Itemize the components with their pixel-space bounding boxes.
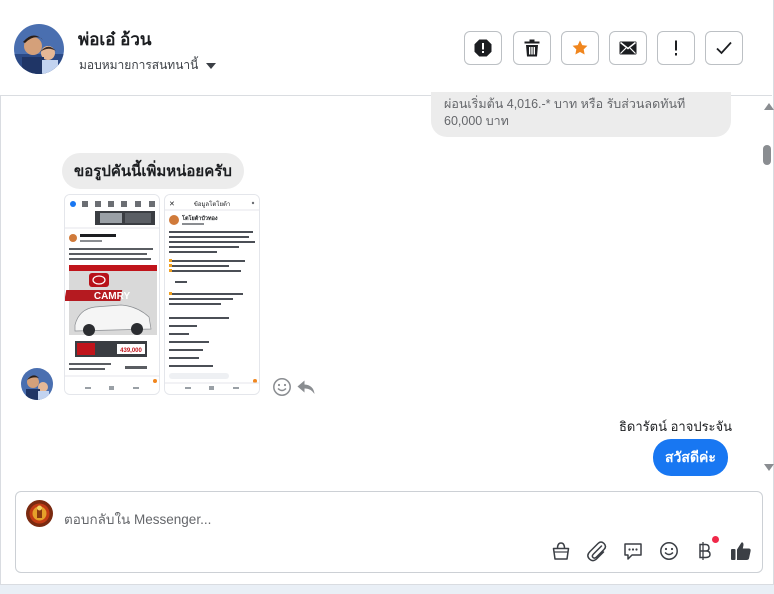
reply-icon[interactable] (296, 377, 316, 397)
photo-page-title: ข้อมูลโตโยต้า (194, 200, 230, 208)
mark-unread-button[interactable] (609, 31, 647, 65)
scroll-down-arrow-icon[interactable] (764, 464, 774, 471)
react-emoji-icon[interactable] (272, 377, 292, 397)
conversation-header: พ่อเอ๋ อ้วน มอบหมายการสนทนานี้ (0, 0, 772, 96)
attached-photo-1[interactable]: CAMRY 439,000 (64, 194, 160, 395)
previous-message-line-2: 60,000 บาท (444, 114, 509, 128)
like-icon[interactable] (730, 540, 752, 562)
follow-up-button[interactable] (657, 31, 695, 65)
svg-text:✕: ✕ (169, 201, 175, 208)
star-icon (572, 40, 588, 55)
scrollbar-thumb[interactable] (763, 145, 771, 165)
photo-account-name: โตโยต้าบัวทอง (181, 214, 218, 222)
mark-spam-button[interactable] (464, 31, 502, 65)
delete-button[interactable] (513, 31, 551, 65)
attached-photo-2[interactable]: ✕ ข้อมูลโตโยต้า โตโยต้าบัวทอง (164, 194, 260, 395)
previous-message-bubble: ผ่อนเริ่มต้น 4,016.-* บาท หรือ รับส่วนลด… (431, 92, 731, 137)
previous-message-line-1: ผ่อนเริ่มต้น 4,016.-* บาท หรือ รับส่วนลด… (444, 97, 686, 111)
exclamation-icon (675, 40, 677, 56)
outgoing-sender-name: ธิดารัตน์ อาจประจัน (619, 419, 733, 434)
message-scrollbar[interactable] (760, 96, 774, 476)
saved-reply-icon[interactable] (622, 540, 644, 562)
contact-avatar[interactable] (14, 24, 64, 74)
spam-icon (474, 39, 492, 57)
contact-avatar-small[interactable] (21, 368, 53, 400)
incoming-message-text: ขอรูปคันนี้เพิ่มหน่อยครับ (74, 163, 232, 180)
caret-down-icon (206, 63, 217, 69)
check-icon (716, 41, 732, 55)
star-button[interactable] (561, 31, 599, 65)
bottom-strip (0, 585, 774, 594)
payment-notification-dot (712, 536, 719, 543)
photo-price-text: 439,000 (120, 348, 142, 354)
reply-composer: ตอบกลับใน Messenger... (15, 491, 763, 573)
attach-icon[interactable] (586, 540, 608, 562)
baht-payment-icon[interactable] (694, 540, 716, 562)
outgoing-message-text: สวัสดีค่ะ (665, 448, 716, 465)
contact-name[interactable]: พ่อเอ๋ อ้วน (78, 26, 152, 53)
page-avatar (26, 500, 53, 527)
photo-brand-text: CAMRY (94, 291, 131, 302)
assign-conversation-dropdown[interactable]: มอบหมายการสนทนานี้ (79, 56, 217, 75)
incoming-message-bubble: ขอรูปคันนี้เพิ่มหน่อยครับ (62, 153, 244, 189)
reply-input[interactable]: ตอบกลับใน Messenger... (64, 508, 211, 530)
scroll-up-arrow-icon[interactable] (764, 103, 774, 110)
trash-icon (524, 39, 540, 57)
outgoing-message-bubble: สวัสดีค่ะ (653, 439, 728, 476)
emoji-icon[interactable] (658, 540, 680, 562)
mail-icon (619, 41, 637, 55)
assign-label: มอบหมายการสนทนานี้ (79, 58, 199, 72)
mark-done-button[interactable] (705, 31, 743, 65)
bag-icon[interactable] (550, 540, 572, 562)
